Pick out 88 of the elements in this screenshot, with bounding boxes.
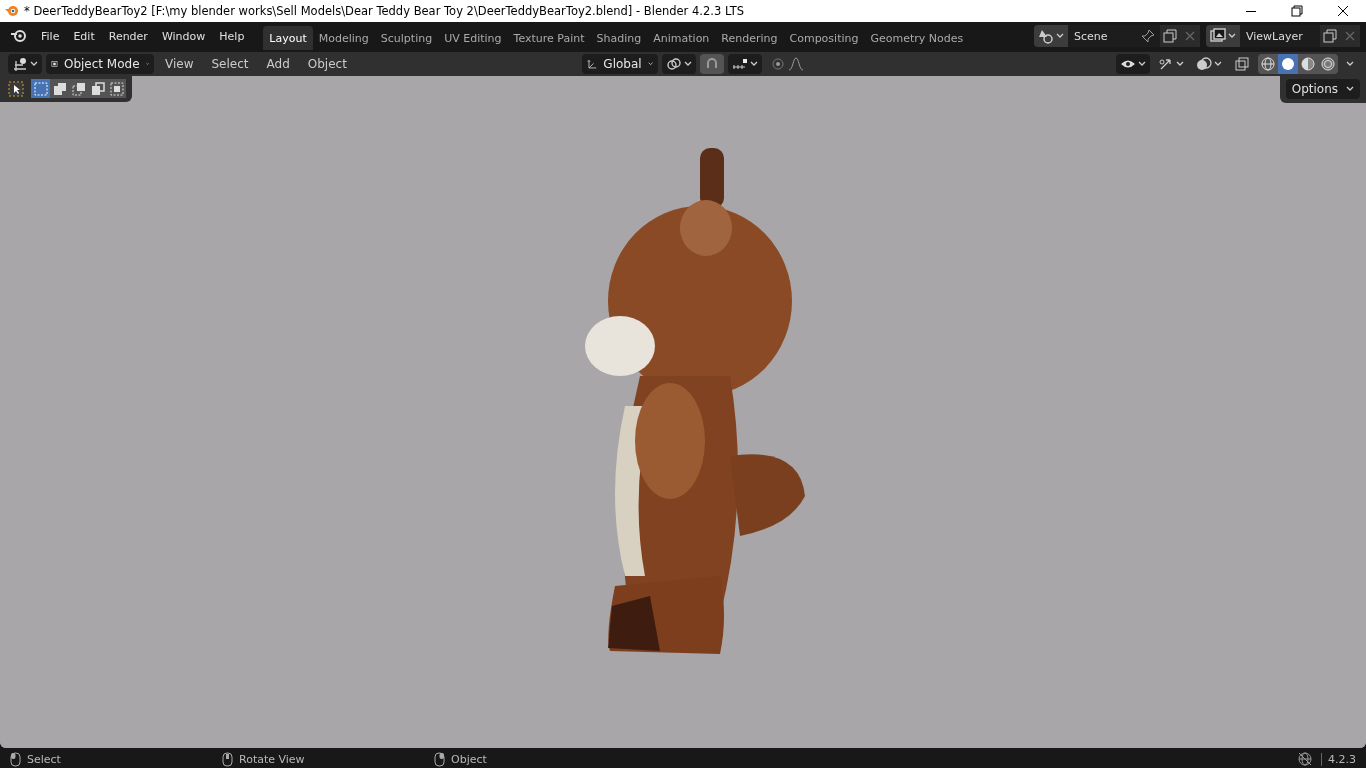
orientation-dropdown[interactable]: Global [581, 54, 658, 74]
mode-dropdown[interactable]: Object Mode [46, 54, 154, 74]
menu-item[interactable]: Add [259, 54, 297, 74]
workspace-tab[interactable]: Sculpting [374, 26, 439, 50]
scene-type-button[interactable] [1034, 25, 1068, 47]
selection-mode-icon [51, 80, 68, 97]
menu-item[interactable]: View [158, 54, 201, 74]
editor-type-button[interactable] [8, 54, 42, 74]
menu-item[interactable]: Render [101, 25, 155, 47]
menu-item[interactable]: File [34, 25, 67, 47]
view-layer-icon [1210, 28, 1226, 44]
visibility-button[interactable] [1116, 54, 1150, 74]
mouse-icon [10, 751, 21, 767]
falloff-icon [787, 56, 804, 72]
workspace-tab[interactable]: Modeling [312, 26, 375, 50]
selection-mode-button[interactable] [107, 79, 126, 98]
gizmo-icon [1158, 56, 1174, 72]
blender-logo-icon [4, 3, 20, 19]
caret-icon [1346, 86, 1354, 92]
proportional-icon [769, 56, 786, 72]
shortcut-hint: Select [27, 752, 61, 766]
caret-icon [647, 61, 653, 67]
caret-icon [1138, 61, 1146, 67]
workspace-tab[interactable]: UV Editing [438, 26, 508, 50]
workspace-tab[interactable]: Layout [263, 26, 313, 50]
version-label: 4.2.3 [1321, 752, 1356, 766]
caret-icon [1346, 61, 1354, 67]
workspace-tab[interactable]: Texture Paint [507, 26, 591, 50]
caret-icon [683, 61, 692, 67]
scene-icon [1038, 28, 1054, 44]
axes-icon [12, 56, 28, 72]
caret-icon [749, 61, 758, 67]
workspace-tab[interactable]: Geometry Nodes [864, 26, 970, 50]
menu-item[interactable]: Select [204, 54, 256, 74]
menu-item[interactable]: Edit [66, 25, 102, 47]
network-off-icon [1297, 751, 1313, 767]
cursor-icon [7, 80, 24, 97]
mouse-icon [222, 751, 233, 767]
selection-mode-icon [89, 80, 106, 97]
selection-mode-button[interactable] [69, 79, 88, 98]
workspace-tab[interactable]: Compositing [783, 26, 865, 50]
selection-mode-button[interactable] [50, 79, 69, 98]
mouse-icon [434, 751, 445, 767]
menu-item[interactable]: Object [300, 54, 354, 74]
caret-icon [1228, 33, 1236, 39]
view-layer-type-button[interactable] [1206, 25, 1240, 47]
workspace-tab[interactable]: Shading [590, 26, 648, 50]
restore-icon [1289, 3, 1305, 19]
caret-icon [1176, 61, 1184, 67]
shading-mode-button[interactable] [1278, 54, 1298, 74]
menu-item[interactable]: Help [212, 25, 252, 47]
pivot-button[interactable] [661, 54, 696, 74]
increment-icon [731, 56, 748, 72]
view-layer-field[interactable]: ViewLayer [1240, 25, 1316, 47]
selection-mode-button[interactable] [88, 79, 107, 98]
caret-icon [30, 61, 38, 67]
pivot-icon [665, 56, 682, 72]
duplicate-icon [1322, 28, 1338, 44]
workspace-tab[interactable]: Animation [647, 26, 716, 50]
rendered-sphere-icon [1320, 56, 1336, 72]
xray-icon [1234, 56, 1250, 72]
shading-mode-button[interactable] [1318, 54, 1338, 74]
shading-mode-button[interactable] [1258, 54, 1278, 74]
select-tool-button[interactable] [6, 79, 25, 98]
workspace-tab[interactable]: Rendering [715, 26, 784, 50]
window-title: * DeerTeddyBearToy2 [F:\my blender works\Sell Models\Dear Teddy Bear Toy 2\DeerTeddyBearToy2.blend] - Blender 4.2.3 LTS [23, 4, 746, 18]
solid-sphere-icon [1280, 56, 1296, 72]
minimize-icon [1246, 10, 1256, 12]
options-button[interactable]: Options [1285, 79, 1360, 99]
selection-mode-icon [70, 80, 87, 97]
blender-logo-icon [10, 27, 28, 45]
caret-icon [1214, 61, 1222, 67]
caret-icon [1056, 33, 1064, 39]
pin-icon [1140, 28, 1156, 44]
scene-field[interactable]: Scene [1068, 25, 1140, 47]
shortcut-hint: Rotate View [239, 752, 305, 766]
selection-mode-icon [108, 80, 125, 97]
menu-item[interactable]: Window [154, 25, 213, 47]
shading-mode-button[interactable] [1298, 54, 1318, 74]
wireframe-sphere-icon [1260, 56, 1276, 72]
snap-toggle[interactable] [699, 54, 724, 74]
duplicate-icon [1162, 28, 1178, 44]
shortcut-hint: Object [451, 752, 487, 766]
snap-target-button[interactable] [727, 54, 762, 74]
close-icon [1335, 3, 1351, 19]
material-sphere-icon [1300, 56, 1316, 72]
selection-mode-icon [32, 80, 49, 97]
overlays-icon [1196, 56, 1212, 72]
